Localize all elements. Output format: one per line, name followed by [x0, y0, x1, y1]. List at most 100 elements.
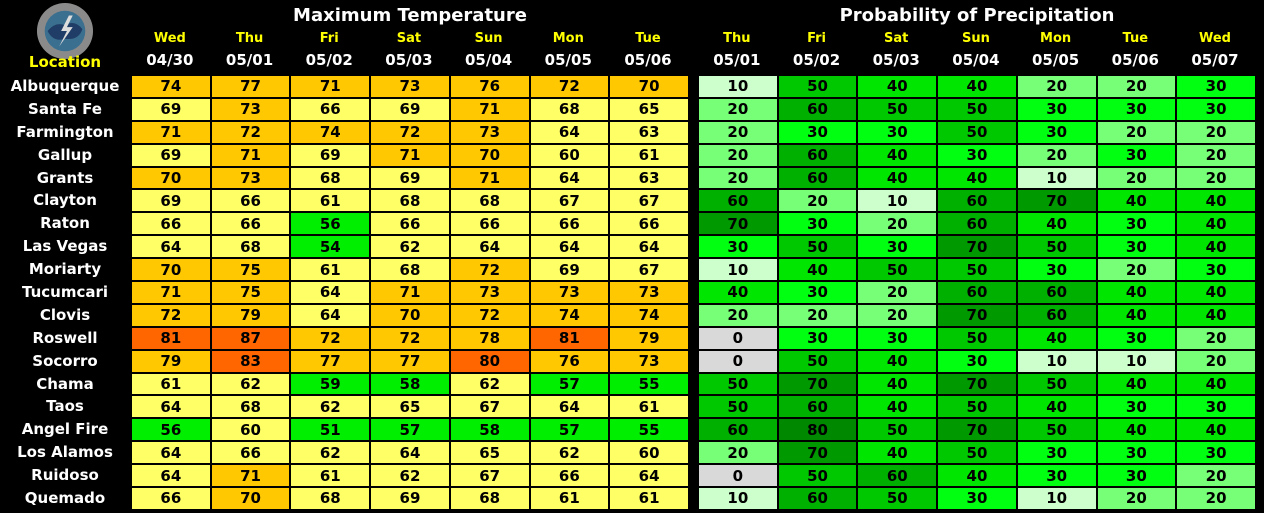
pop-cell: 40	[1095, 371, 1178, 397]
pop-cell: 60	[1015, 280, 1098, 305]
nws-logo	[36, 2, 94, 60]
pop-cell: 10	[697, 257, 779, 283]
location-name: Taos	[46, 397, 84, 416]
pop-cell: 60	[776, 165, 859, 191]
temp-cell: 70	[369, 302, 451, 328]
date-header: 05/01	[225, 51, 274, 69]
pop-cell: 50	[1015, 417, 1098, 443]
pop-cell: 40	[936, 74, 1018, 99]
location-list: Albuquerque Santa Fe Farmington Gallup Grant…	[0, 75, 130, 510]
date-header: 04/30	[146, 51, 194, 69]
temp-cell: 72	[369, 119, 451, 145]
pop-cell: 20	[697, 142, 779, 168]
temp-cell: 68	[209, 234, 292, 260]
day-header: Wed	[153, 31, 186, 46]
temp-cell: 72	[130, 302, 212, 328]
pop-cell: 50	[776, 348, 859, 374]
pop-cell: 30	[1095, 96, 1178, 122]
temp-cell: 72	[289, 325, 372, 351]
location-name: Raton	[40, 214, 90, 233]
pop-cell: 30	[1015, 96, 1098, 122]
pop-cell: 70	[936, 371, 1018, 397]
pop-cell: 60	[776, 394, 859, 420]
pop-cell: 50	[856, 486, 939, 511]
location-name: Las Vegas	[22, 237, 108, 256]
temp-cell: 56	[130, 417, 212, 443]
pop-cell: 30	[1095, 440, 1178, 466]
pop-cell: 30	[697, 234, 779, 260]
table-row: 64 68 62 65 67 64 61	[130, 394, 690, 420]
temp-cell: 68	[369, 257, 451, 283]
pop-cell: 80	[776, 417, 859, 443]
table-row: 60 20 10 60 70 40 40	[697, 188, 1257, 214]
pop-cell: 30	[1175, 96, 1257, 122]
temp-cell: 62	[448, 371, 531, 397]
location-name: Farmington	[16, 122, 114, 141]
temp-cell: 73	[369, 74, 451, 99]
temp-cell: 71	[369, 142, 451, 168]
pop-cell: 10	[1095, 348, 1178, 374]
table-row: 64 71 61 62 67 66 64	[130, 463, 690, 489]
pop-cell: 40	[1095, 188, 1178, 214]
temp-cell: 76	[448, 74, 531, 99]
day-header: Sat	[396, 31, 422, 46]
pop-cell: 50	[776, 74, 859, 99]
location-header: Location	[28, 53, 102, 71]
pop-cell: 40	[856, 74, 939, 99]
temp-cell: 76	[528, 348, 611, 374]
pop-cell: 50	[856, 257, 939, 283]
pop-cell: 20	[1175, 142, 1257, 168]
max-temperature-title: Maximum Temperature	[293, 5, 527, 26]
pop-cell: 50	[697, 371, 779, 397]
temp-cell: 61	[130, 371, 212, 397]
pop-cell: 30	[936, 142, 1018, 168]
table-row: 40 30 20 60 60 40 40	[697, 280, 1257, 305]
table-row: 74 77 71 73 76 72 70	[130, 74, 690, 99]
date-header: 05/03	[385, 51, 433, 69]
table-row: 69 71 69 71 70 60 61	[130, 142, 690, 168]
temp-cell: 58	[369, 371, 451, 397]
location-name: Santa Fe	[28, 99, 102, 118]
pop-cell: 30	[1015, 463, 1098, 489]
pop-cell: 0	[697, 325, 779, 351]
temp-cell: 74	[130, 74, 212, 99]
temp-cell: 79	[608, 325, 690, 351]
pop-cell: 40	[856, 348, 939, 374]
temp-cell: 81	[130, 325, 212, 351]
temp-cell: 61	[528, 486, 611, 511]
pop-cell: 70	[936, 302, 1018, 328]
precipitation-table: Probability of Precipitation Thu Fri Sat Su…	[697, 0, 1257, 511]
date-header: 05/02	[792, 51, 841, 69]
table-row: 10 60 50 30 10 20 20	[697, 486, 1257, 511]
pop-cell: 20	[697, 165, 779, 191]
temp-cell: 69	[130, 188, 212, 214]
pop-cell: 50	[936, 119, 1018, 145]
pop-cell: 60	[1015, 302, 1098, 328]
pop-cell: 50	[856, 417, 939, 443]
temp-cell: 64	[130, 463, 212, 489]
pop-cell: 40	[1095, 417, 1178, 443]
temp-cell: 55	[608, 371, 690, 397]
table-row: 20 70 40 50 30 30 30	[697, 440, 1257, 466]
temp-cell: 74	[528, 302, 611, 328]
temp-cell: 61	[289, 463, 372, 489]
temp-cell: 64	[369, 440, 451, 466]
pop-cell: 70	[936, 234, 1018, 260]
pop-cell: 20	[1175, 325, 1257, 351]
date-header: 05/05	[1031, 51, 1080, 69]
temp-cell: 67	[528, 188, 611, 214]
pop-cell: 10	[1015, 486, 1098, 511]
precipitation-title: Probability of Precipitation	[839, 5, 1115, 26]
day-header: Wed	[1198, 31, 1231, 46]
pop-cell: 10	[697, 74, 779, 99]
day-header: Sun	[474, 31, 503, 46]
location-name: Angel Fire	[21, 420, 109, 439]
temp-cell: 69	[369, 165, 451, 191]
temp-cell: 62	[528, 440, 611, 466]
temp-cell: 67	[448, 463, 531, 489]
temp-cell: 75	[209, 257, 292, 283]
table-row: 0 50 40 30 10 10 20	[697, 348, 1257, 374]
temp-cell: 66	[448, 211, 531, 237]
date-header: 05/07	[1191, 51, 1239, 69]
pop-cell: 60	[856, 463, 939, 489]
